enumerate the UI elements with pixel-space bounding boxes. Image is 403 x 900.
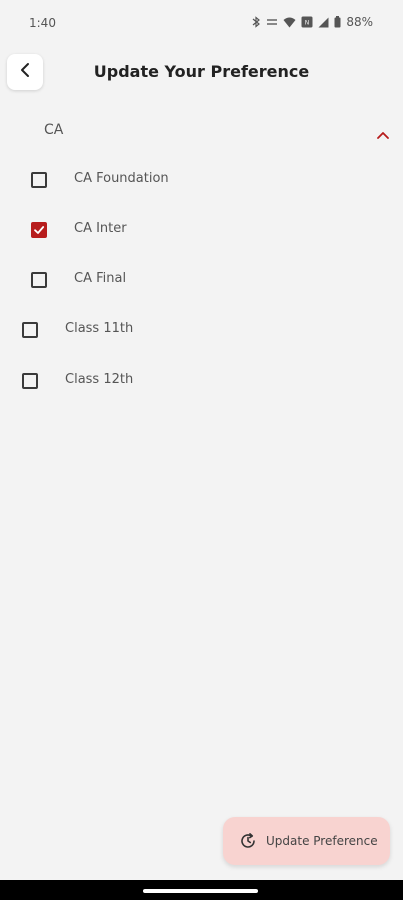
update-preference-label: Update Preference	[266, 834, 378, 848]
battery-icon	[334, 16, 341, 28]
nfc-icon: N	[301, 16, 313, 28]
checkbox-class-11th[interactable]	[22, 322, 38, 338]
option-class-11th[interactable]: Class 11th	[0, 315, 403, 345]
checkbox-ca-foundation[interactable]	[31, 172, 47, 188]
option-ca-foundation[interactable]: CA Foundation	[0, 165, 403, 195]
check-icon	[34, 226, 45, 234]
status-icons: N 88%	[252, 15, 373, 29]
option-label: Class 12th	[65, 372, 134, 387]
wifi-icon	[283, 17, 296, 28]
svg-text:N: N	[305, 20, 310, 27]
data-speed-icon	[266, 16, 278, 28]
page-title: Update Your Preference	[93, 62, 310, 81]
section-header-ca[interactable]: CA	[0, 118, 403, 144]
home-gesture-handle[interactable]	[143, 889, 258, 893]
option-label: Class 11th	[65, 321, 134, 336]
option-label: CA Final	[74, 271, 127, 286]
header: Update Your Preference	[0, 52, 403, 92]
checkbox-ca-inter[interactable]	[31, 222, 47, 238]
checkbox-ca-final[interactable]	[31, 272, 47, 288]
battery-percent: 88%	[346, 15, 373, 29]
signal-icon	[318, 17, 329, 28]
option-ca-inter[interactable]: CA Inter	[0, 215, 403, 245]
checkbox-class-12th[interactable]	[22, 373, 38, 389]
system-nav-bar	[0, 880, 403, 900]
status-time: 1:40	[29, 16, 56, 30]
bluetooth-icon	[252, 16, 261, 28]
chevron-up-icon[interactable]	[377, 124, 389, 143]
option-class-12th[interactable]: Class 12th	[0, 366, 403, 396]
update-preference-button[interactable]: Update Preference	[223, 817, 390, 865]
option-label: CA Foundation	[74, 171, 169, 186]
option-label: CA Inter	[74, 221, 127, 236]
status-bar: 1:40 N 88%	[0, 0, 403, 46]
refresh-clock-icon	[238, 831, 258, 851]
section-label: CA	[44, 122, 64, 138]
option-ca-final[interactable]: CA Final	[0, 265, 403, 295]
